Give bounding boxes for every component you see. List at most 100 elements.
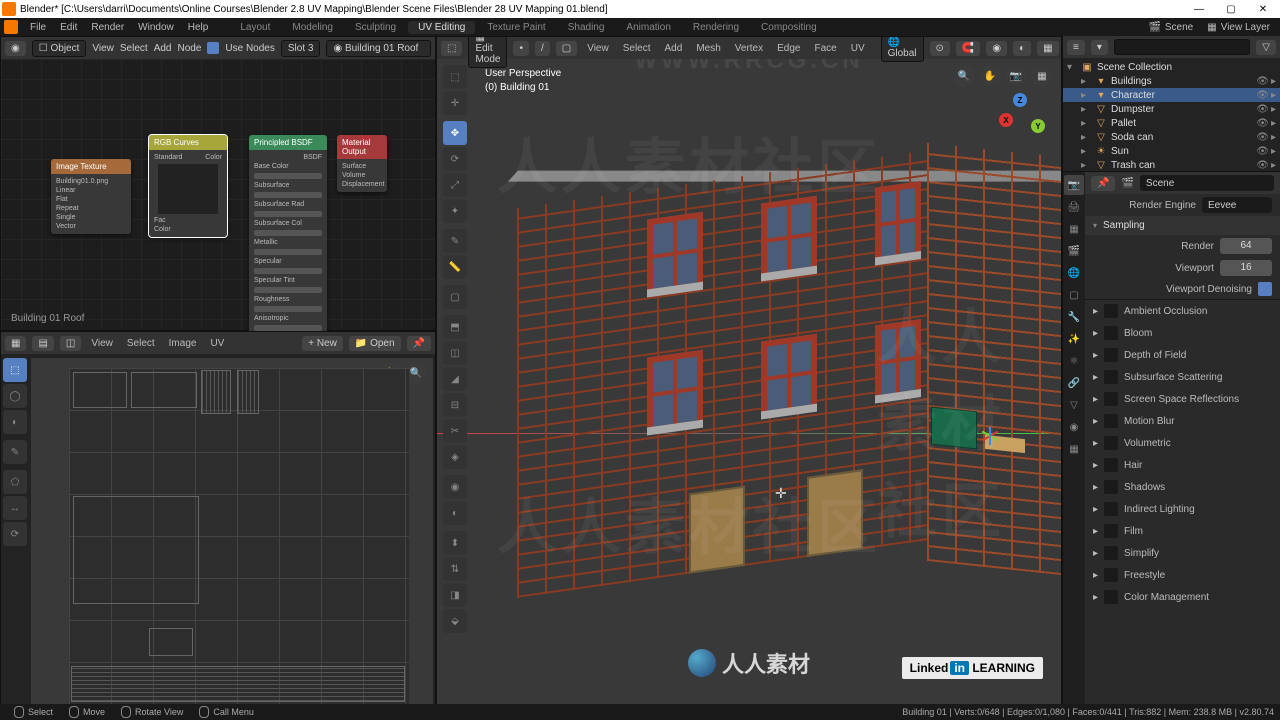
workspace-tab[interactable]: Animation bbox=[616, 21, 680, 34]
uv-menu-select[interactable]: Select bbox=[123, 338, 159, 349]
vp-menu-vertex[interactable]: Vertex bbox=[731, 43, 767, 54]
interaction-mode-select[interactable]: ▦ Edit Mode bbox=[468, 36, 507, 68]
outliner-item[interactable]: ▸▽Soda can👁▸ bbox=[1063, 130, 1280, 144]
outliner-item[interactable]: ▸▽Trash can👁▸ bbox=[1063, 158, 1280, 172]
uv-mode-icon[interactable]: ▤ bbox=[32, 336, 53, 351]
outliner-root[interactable]: ▾ ▣ Scene Collection bbox=[1063, 60, 1280, 74]
props-pin-icon[interactable]: 📌 bbox=[1091, 176, 1115, 191]
tool-scale[interactable]: ⤢ bbox=[443, 173, 467, 197]
ptab-render[interactable]: 📷 bbox=[1064, 175, 1084, 195]
uv-menu-uv[interactable]: UV bbox=[206, 338, 228, 349]
panel-sampling[interactable]: ▾Sampling bbox=[1085, 216, 1280, 235]
select-mode-vertex[interactable]: • bbox=[513, 41, 529, 56]
ptab-material[interactable]: ◉ bbox=[1064, 417, 1084, 437]
tool-select-lasso[interactable]: ◐ bbox=[3, 410, 27, 434]
props-context-field[interactable]: Scene bbox=[1140, 175, 1274, 191]
outliner-tree[interactable]: ▾ ▣ Scene Collection ▸▾Buildings👁▸▸▾Char… bbox=[1063, 58, 1280, 174]
maximize-button[interactable]: ▢ bbox=[1216, 1, 1246, 17]
tool-measure[interactable]: 📏 bbox=[443, 255, 467, 279]
sampling-viewport-value[interactable]: 16 bbox=[1220, 260, 1272, 276]
tool-smooth[interactable]: ◐ bbox=[443, 501, 467, 525]
workspace-tab[interactable]: Compositing bbox=[751, 21, 827, 34]
tool-bevel[interactable]: ◢ bbox=[443, 367, 467, 391]
outliner-search-input[interactable] bbox=[1114, 39, 1250, 55]
navigation-gizmo[interactable]: X Y Z bbox=[991, 93, 1051, 153]
panel-simplify[interactable]: ▸Simplify bbox=[1085, 542, 1280, 564]
minimize-button[interactable]: — bbox=[1184, 1, 1214, 17]
menu-help[interactable]: Help bbox=[182, 22, 215, 33]
panel-volumetric[interactable]: ▸Volumetric bbox=[1085, 432, 1280, 454]
ptab-mesh[interactable]: ▽ bbox=[1064, 395, 1084, 415]
outliner-item[interactable]: ▸▾Character👁▸ bbox=[1063, 88, 1280, 102]
panel-hair[interactable]: ▸Hair bbox=[1085, 454, 1280, 476]
tool-cursor-3d[interactable]: ✛ bbox=[443, 91, 467, 115]
tool-knife[interactable]: ✂ bbox=[443, 419, 467, 443]
curve-widget[interactable] bbox=[158, 164, 218, 214]
node-menu-node[interactable]: Node bbox=[177, 43, 201, 54]
uv-open-button[interactable]: 📁 Open bbox=[349, 336, 401, 351]
use-nodes-checkbox[interactable] bbox=[207, 42, 219, 54]
workspace-tab[interactable]: Shading bbox=[558, 21, 615, 34]
close-button[interactable]: ✕ bbox=[1248, 1, 1278, 17]
tool-rip[interactable]: ⬠ bbox=[3, 470, 27, 494]
outliner-item[interactable]: ▸▽Pallet👁▸ bbox=[1063, 116, 1280, 130]
tool-rip-region[interactable]: ⬙ bbox=[443, 609, 467, 633]
panel-motion-blur[interactable]: ▸Motion Blur bbox=[1085, 410, 1280, 432]
node-canvas[interactable]: Image Texture Building01.0.png Linear Fl… bbox=[1, 59, 435, 330]
select-mode-edge[interactable]: / bbox=[535, 41, 550, 56]
panel-ambient-occlusion[interactable]: ▸Ambient Occlusion bbox=[1085, 300, 1280, 322]
ptab-constraints[interactable]: 🔗 bbox=[1064, 373, 1084, 393]
perspective-icon[interactable]: ▦ bbox=[1031, 65, 1053, 87]
vp-menu-select[interactable]: Select bbox=[619, 43, 655, 54]
render-engine-select[interactable]: Eevee bbox=[1202, 197, 1272, 213]
ptab-physics[interactable]: ⚛ bbox=[1064, 351, 1084, 371]
pivot-icon[interactable]: ⊙ bbox=[930, 41, 950, 56]
workspace-tab[interactable]: Sculpting bbox=[345, 21, 406, 34]
tool-add-cube[interactable]: ▢ bbox=[443, 285, 467, 309]
sampling-render-value[interactable]: 64 bbox=[1220, 238, 1272, 254]
workspace-tab-active[interactable]: UV Editing bbox=[408, 21, 475, 34]
viewport-denoising-checkbox[interactable] bbox=[1258, 282, 1272, 296]
tool-spin[interactable]: ◉ bbox=[443, 475, 467, 499]
xray-icon[interactable]: ▦ bbox=[1037, 41, 1058, 56]
select-mode-face[interactable]: ▢ bbox=[556, 41, 577, 56]
snap-icon[interactable]: 🧲 bbox=[956, 41, 980, 56]
tool-annotate[interactable]: ✎ bbox=[3, 440, 27, 464]
workspace-tab[interactable]: Rendering bbox=[683, 21, 749, 34]
vp-menu-view[interactable]: View bbox=[583, 43, 613, 54]
panel-shadows[interactable]: ▸Shadows bbox=[1085, 476, 1280, 498]
tool-edge-slide[interactable]: ⬍ bbox=[443, 531, 467, 555]
tool-select-box[interactable]: ⬚ bbox=[443, 65, 467, 89]
ptab-object[interactable]: ▢ bbox=[1064, 285, 1084, 305]
overlays-icon[interactable]: ◐ bbox=[1013, 41, 1031, 56]
ptab-texture[interactable]: ▦ bbox=[1064, 439, 1084, 459]
vp-menu-edge[interactable]: Edge bbox=[773, 43, 804, 54]
tool-shear[interactable]: ◨ bbox=[443, 583, 467, 607]
scene-selector[interactable]: 🎬 Scene bbox=[1142, 22, 1199, 33]
vp-menu-face[interactable]: Face bbox=[810, 43, 840, 54]
zoom-icon[interactable]: 🔍 bbox=[953, 65, 975, 87]
vp-menu-mesh[interactable]: Mesh bbox=[692, 43, 724, 54]
node-menu-view[interactable]: View bbox=[92, 43, 114, 54]
material-select[interactable]: ◉ Building 01 Roof bbox=[326, 40, 431, 57]
node-menu-select[interactable]: Select bbox=[120, 43, 148, 54]
uv-editor-type-icon[interactable]: ▦ bbox=[5, 336, 26, 351]
panel-bloom[interactable]: ▸Bloom bbox=[1085, 322, 1280, 344]
viewport-type-icon[interactable]: ⬚ bbox=[441, 41, 462, 56]
outliner-type-icon[interactable]: ≡ bbox=[1067, 40, 1085, 55]
viewport-canvas[interactable]: WWW.RRCG.CN 人人素材社区 人人素材社区 人人素材社区 bbox=[437, 59, 1061, 707]
tool-inset[interactable]: ◫ bbox=[443, 341, 467, 365]
transform-orientation[interactable]: 🌐 Global bbox=[881, 36, 924, 62]
ptab-world[interactable]: 🌐 bbox=[1064, 263, 1084, 283]
panel-color-management[interactable]: ▸Color Management bbox=[1085, 586, 1280, 608]
tool-extrude[interactable]: ⬒ bbox=[443, 315, 467, 339]
menu-edit[interactable]: Edit bbox=[54, 22, 83, 33]
slot-select[interactable]: Slot 3 bbox=[281, 40, 321, 57]
outliner-filter-icon[interactable]: ▽ bbox=[1256, 40, 1276, 55]
uv-menu-view[interactable]: View bbox=[87, 338, 117, 349]
camera-icon[interactable]: 📷 bbox=[1005, 65, 1027, 87]
tool-rotate[interactable]: ⟳ bbox=[443, 147, 467, 171]
tool-move[interactable]: ✥ bbox=[443, 121, 467, 145]
outliner-item[interactable]: ▸▾Buildings👁▸ bbox=[1063, 74, 1280, 88]
tool-transform[interactable]: ✦ bbox=[443, 199, 467, 223]
